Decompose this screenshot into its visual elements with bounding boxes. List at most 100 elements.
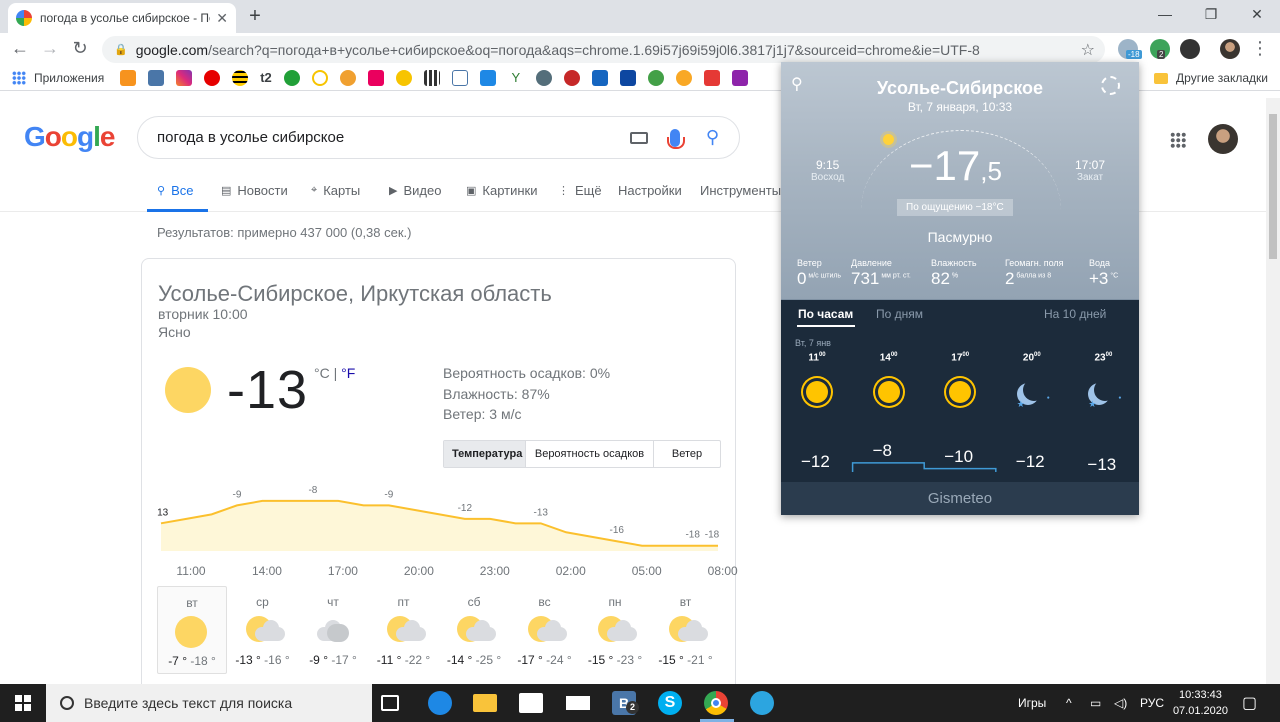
forecast-day[interactable]: чт -9 ° -17 ° (298, 586, 368, 674)
language-indicator[interactable]: РУС (1140, 696, 1164, 710)
address-bar[interactable]: 🔒 google.com/search?q=погода+в+усолье+си… (102, 36, 1105, 63)
bookmark-mail-icon[interactable] (703, 69, 720, 86)
tab-video[interactable]: ▶ Видео (389, 183, 441, 198)
tab-daily[interactable]: По дням (876, 307, 923, 321)
gismeteo-extension-icon[interactable]: -18 (1118, 39, 1142, 59)
tray-games[interactable]: Игры (1018, 696, 1046, 710)
bookmark-fox-icon[interactable] (675, 69, 692, 86)
forecast-day[interactable]: сб -14 ° -25 ° (439, 586, 509, 674)
browser-tab[interactable]: погода в усолье сибирское - По ✕ (8, 3, 236, 33)
search-icon[interactable]: ⚲ (706, 127, 719, 148)
forecast-day[interactable]: пн -15 ° -23 ° (580, 586, 650, 674)
sberbank-icon[interactable] (283, 69, 300, 86)
vk-app-icon[interactable]: B2 (612, 691, 639, 715)
tab-maps-label: Карты (323, 183, 361, 198)
close-window-button[interactable]: ✕ (1234, 0, 1280, 30)
other-bookmarks[interactable]: Другие закладки (1154, 71, 1268, 85)
ip-icon[interactable] (591, 69, 608, 86)
network-icon[interactable]: ▭ (1090, 696, 1101, 710)
bookmark-ring-icon[interactable] (311, 69, 328, 86)
unit-fahrenheit[interactable]: °F (341, 365, 355, 381)
instagram-icon[interactable] (176, 69, 193, 86)
reload-button[interactable]: ↻ (68, 38, 92, 59)
forecast-day[interactable]: вт -15 ° -21 ° (651, 586, 721, 674)
taskbar-clock[interactable]: 10:33:43 07.01.2020 (1173, 687, 1228, 719)
minimize-button[interactable]: — (1142, 0, 1188, 30)
forecast-day[interactable]: вс -17 ° -24 ° (510, 586, 580, 674)
bookmark-green-icon[interactable] (647, 69, 664, 86)
account-avatar[interactable] (1208, 124, 1238, 154)
chart-point-label: -13 (534, 507, 549, 518)
shield-extension-icon[interactable]: 2 (1150, 39, 1170, 59)
tab-news[interactable]: ▤ Новости (221, 183, 288, 198)
search-input[interactable]: погода в усолье сибирское (157, 129, 630, 146)
microphone-icon[interactable] (666, 128, 685, 149)
t2-bookmark[interactable]: t2 (260, 70, 272, 85)
tab-all[interactable]: ⚲ Все (157, 183, 193, 198)
telegram-icon[interactable] (750, 691, 774, 715)
tray-expand-icon[interactable]: ^ (1066, 696, 1072, 710)
forecast-day[interactable]: пт -11 ° -22 ° (369, 586, 439, 674)
tab-hourly[interactable]: По часам (798, 307, 853, 321)
mode-precip-button[interactable]: Вероятность осадков (526, 441, 654, 467)
task-view-icon[interactable] (381, 695, 399, 711)
chart-time-axis: 11:00 14:00 17:00 20:00 23:00 02:00 05:00 08:00 (157, 564, 737, 580)
notifications-icon[interactable]: ▢ (1242, 693, 1257, 713)
bookmark-purple-icon[interactable] (731, 69, 748, 86)
tab-maps[interactable]: ⌖ Карты (311, 183, 360, 198)
unit-celsius[interactable]: °C (314, 365, 330, 381)
hourly-slot: 1700 (924, 352, 996, 409)
scrollbar-thumb[interactable] (1269, 114, 1277, 259)
qr-icon[interactable] (423, 69, 440, 86)
ui-icon[interactable] (451, 69, 468, 86)
extension-icon[interactable] (1180, 39, 1200, 59)
new-tab-button[interactable]: + (244, 6, 266, 28)
vk-icon[interactable] (148, 69, 165, 86)
bookmark-y-icon[interactable]: Y (507, 69, 524, 86)
bookmark-navy-icon[interactable] (619, 69, 636, 86)
forecast-day[interactable]: ср -13 ° -16 ° (228, 586, 298, 674)
bookmark-blue-icon[interactable] (479, 69, 496, 86)
file-explorer-icon[interactable] (473, 694, 497, 712)
back-button[interactable]: ← (8, 38, 32, 59)
google-logo[interactable]: Google (24, 121, 115, 153)
tab-images[interactable]: ▣ Картинки (466, 183, 538, 198)
maximize-button[interactable]: ❐ (1188, 0, 1234, 30)
odnoklassniki-icon[interactable] (120, 69, 137, 86)
volume-icon[interactable]: ◁) (1114, 696, 1127, 710)
bookmark-orange-icon[interactable] (339, 69, 356, 86)
beeline-icon[interactable] (232, 69, 249, 86)
gismeteo-brand[interactable]: Gismeteo (781, 482, 1139, 515)
skype-icon[interactable]: S (658, 691, 682, 715)
search-box[interactable]: погода в усолье сибирское ⚲ (137, 116, 740, 159)
mode-wind-button[interactable]: Ветер (654, 441, 720, 467)
chrome-icon[interactable] (704, 691, 728, 715)
ivi-icon[interactable] (367, 69, 384, 86)
keyboard-icon[interactable] (629, 131, 648, 144)
mail-icon[interactable] (566, 696, 590, 710)
tab-more[interactable]: ⋮ Ещё (558, 183, 602, 198)
bookmark-star-icon[interactable]: ☆ (1081, 40, 1095, 60)
start-button[interactable] (0, 684, 46, 722)
menu-dots-icon[interactable]: ⋮ (1248, 38, 1272, 59)
bookmark-yellow-icon[interactable] (395, 69, 412, 86)
tab-settings-label: Настройки (618, 183, 682, 198)
taskbar-search[interactable]: Введите здесь текст для поиска (46, 684, 372, 722)
hourly-temperature: −13 (1087, 455, 1117, 475)
bookmark-red-icon[interactable] (563, 69, 580, 86)
bookmark-gear-icon[interactable] (535, 69, 552, 86)
store-icon[interactable] (519, 693, 543, 713)
forward-button[interactable]: → (38, 38, 62, 59)
tab-tools[interactable]: Инструменты (700, 183, 781, 198)
tab-settings[interactable]: Настройки (618, 183, 682, 198)
google-apps-icon[interactable] (1170, 132, 1186, 148)
vodafone-icon[interactable] (204, 69, 221, 86)
mode-temperature-button[interactable]: Температура (444, 441, 526, 467)
forecast-low: -24 ° (542, 653, 572, 667)
forecast-day[interactable]: вт -7 ° -18 ° (157, 586, 227, 674)
close-tab-icon[interactable]: ✕ (216, 10, 228, 27)
tab-ten-days[interactable]: На 10 дней (1044, 307, 1106, 321)
profile-avatar[interactable] (1220, 39, 1240, 59)
bookmark-apps[interactable]: Приложения (12, 70, 104, 85)
edge-icon[interactable] (428, 691, 452, 715)
